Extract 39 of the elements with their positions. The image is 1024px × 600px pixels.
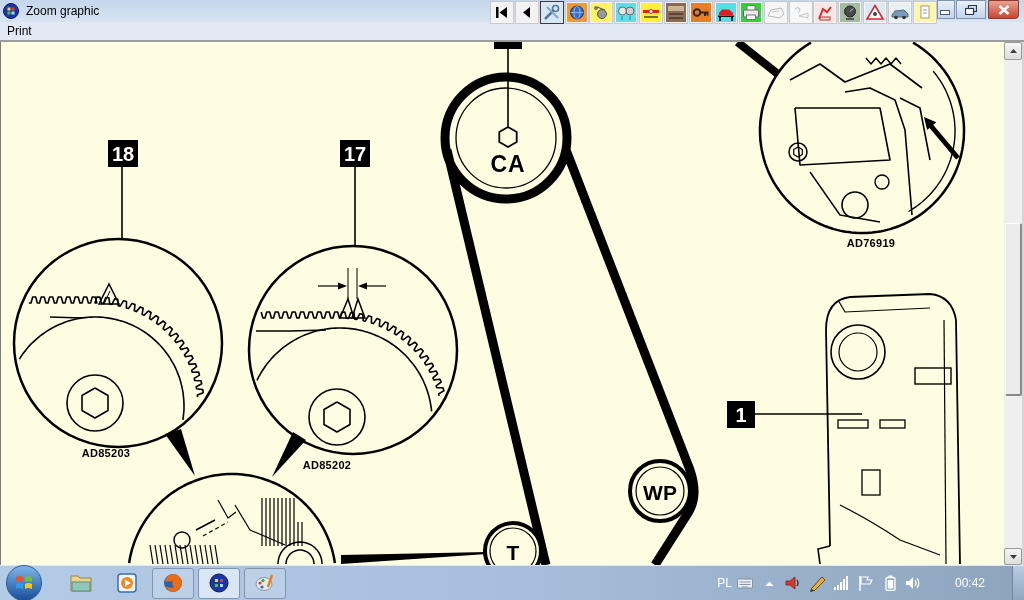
- close-button[interactable]: [988, 0, 1019, 19]
- callout-number: 17: [340, 140, 370, 167]
- sphere-icon[interactable]: [208, 572, 230, 594]
- restore-icon[interactable]: [965, 4, 977, 15]
- pulley-label: WP: [643, 481, 677, 503]
- clock[interactable]: 00:42: [954, 577, 985, 589]
- callout-box: [494, 42, 522, 49]
- window-title: Zoom graphic: [26, 3, 100, 20]
- caret-down-icon[interactable]: [1009, 554, 1017, 559]
- language-indicator[interactable]: PL: [717, 577, 732, 589]
- leader-wedge: [165, 429, 195, 476]
- figure-code: AD76919: [846, 237, 896, 249]
- close-icon[interactable]: [997, 4, 1010, 15]
- pulley: [628, 459, 692, 523]
- figure-code: AD85203: [81, 447, 131, 459]
- belt-segment: [735, 42, 782, 79]
- volume-icon[interactable]: [904, 575, 921, 591]
- taskbar-button[interactable]: [198, 567, 240, 599]
- figure-code: AD85202: [302, 459, 352, 471]
- callout-number: 1: [727, 401, 755, 428]
- palette-icon[interactable]: [254, 572, 276, 594]
- minimize-icon[interactable]: [940, 9, 950, 16]
- restore-button[interactable]: [956, 0, 986, 19]
- callout-number: 18: [108, 140, 138, 167]
- sphere-icon: [3, 3, 19, 19]
- start-button[interactable]: [6, 565, 42, 600]
- pulley-label: CA: [490, 152, 526, 176]
- caret-up-icon[interactable]: [1009, 49, 1017, 53]
- speaker-icon[interactable]: [784, 575, 801, 591]
- minimize-button[interactable]: [937, 0, 955, 19]
- scroll-down-button[interactable]: [1004, 548, 1022, 565]
- menu-item[interactable]: Print: [0, 23, 39, 39]
- keyboard-icon[interactable]: [736, 575, 753, 591]
- pen-icon[interactable]: [808, 574, 826, 592]
- fox-globe-icon[interactable]: [162, 572, 184, 594]
- play-icon[interactable]: [116, 572, 138, 594]
- scrollbar-thumb[interactable]: [1004, 223, 1022, 396]
- scroll-up-button[interactable]: [1004, 42, 1022, 60]
- pulley-label: T: [506, 541, 520, 563]
